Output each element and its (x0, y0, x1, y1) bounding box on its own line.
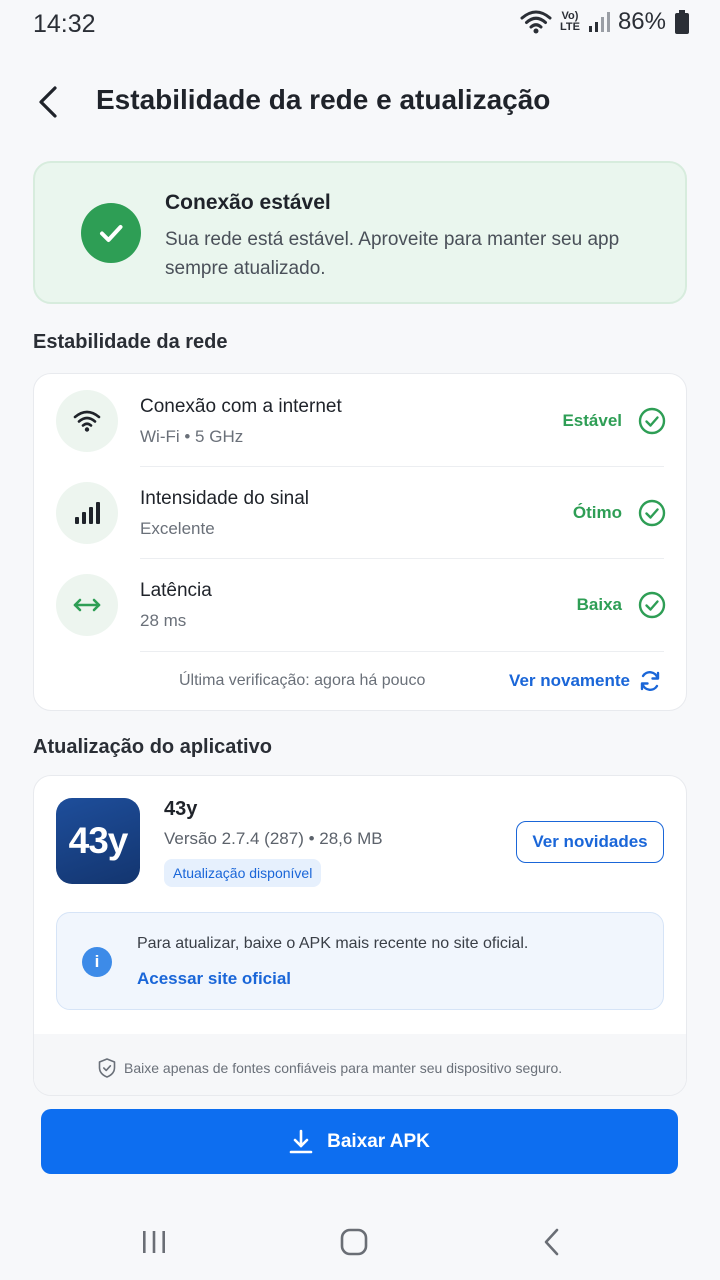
safety-note-band: Baixe apenas de fontes confiáveis para m… (34, 1034, 686, 1095)
back-arrow-icon (39, 86, 57, 118)
list-item-internet-connection: Conexão com a internet Wi-Fi • 5 GHz Est… (34, 374, 688, 466)
download-icon (289, 1129, 313, 1153)
app-logo-text: 43y (68, 820, 129, 861)
row-label: Conexão com a internet (140, 396, 342, 417)
check-outline-icon (638, 591, 666, 619)
divider (140, 651, 664, 652)
row-sub: 28 ms (140, 611, 187, 630)
wifi-icon (56, 390, 118, 452)
last-check-text: Última verificação: agora há pouco (179, 672, 426, 689)
battery-icon (675, 10, 689, 34)
official-site-link[interactable]: Acessar site oficial (137, 969, 291, 989)
signal-bars-icon (56, 482, 118, 544)
shield-check-icon (98, 1058, 116, 1078)
app-update-card: 43y 43y Versão 2.7.4 (287) • 28,6 MB Atu… (33, 775, 687, 1096)
chevron-left-icon (544, 1228, 559, 1256)
cell-signal-icon (588, 12, 610, 32)
update-available-badge: Atualização disponível (164, 859, 322, 887)
row-label: Latência (140, 580, 212, 601)
check-circle-icon (81, 203, 141, 263)
app-update-section-title: Atualização do aplicativo (33, 736, 272, 758)
connection-status-banner: Conexão estável Sua rede está estável. A… (33, 161, 687, 304)
download-apk-button[interactable]: Baixar APK (41, 1109, 678, 1174)
recent-apps-icon (143, 1231, 165, 1253)
back-button[interactable] (26, 80, 70, 124)
app-version: Versão 2.7.4 (287) • 28,6 MB (164, 829, 383, 848)
recheck-label: Ver novamente (509, 671, 630, 690)
refresh-icon (640, 671, 660, 691)
battery-percent: 86% (617, 8, 666, 35)
row-label: Intensidade do sinal (140, 488, 310, 509)
status-badge: Estável (562, 411, 622, 430)
info-text: Para atualizar, baixe o APK mais recente… (137, 935, 529, 952)
list-item-signal-strength: Intensidade do sinal Excelente Ótimo (34, 466, 688, 558)
back-nav-button[interactable] (532, 1222, 572, 1262)
row-sub: Excelente (140, 519, 215, 538)
info-icon: i (82, 947, 112, 977)
app-logo: 43y (56, 798, 140, 884)
safety-note: Baixe apenas de fontes confiáveis para m… (98, 1058, 562, 1078)
status-time: 14:32 (33, 10, 96, 38)
system-nav-bar (0, 1200, 720, 1280)
row-sub: Wi-Fi • 5 GHz (140, 427, 244, 446)
network-section-title: Estabilidade da rede (33, 331, 228, 353)
status-icons: Vo) LTE 86% (520, 8, 690, 36)
recent-apps-button[interactable] (134, 1222, 174, 1262)
app-header: Estabilidade da rede e atualização (0, 70, 720, 134)
safety-note-text: Baixe apenas de fontes confiáveis para m… (124, 1060, 563, 1076)
network-card: Conexão com a internet Wi-Fi • 5 GHz Est… (33, 373, 687, 711)
home-icon (340, 1228, 368, 1256)
status-bar: 14:32 Vo) LTE 86% (0, 0, 720, 50)
view-changes-button[interactable]: Ver novidades (516, 821, 664, 863)
list-item-latency: Latência 28 ms Baixa (34, 558, 688, 650)
home-button[interactable] (334, 1222, 374, 1262)
download-label: Baixar APK (327, 1130, 430, 1152)
volte-icon: Vo) LTE (559, 10, 580, 33)
status-badge: Ótimo (572, 503, 622, 522)
status-badge: Baixa (576, 595, 622, 614)
page-title: Estabilidade da rede e atualização (96, 84, 551, 115)
check-outline-icon (638, 499, 666, 527)
check-outline-icon (638, 407, 666, 435)
info-box: i Para atualizar, baixe o APK mais recen… (56, 912, 664, 1010)
recheck-button[interactable]: Ver novamente (509, 669, 662, 693)
latency-arrows-icon (56, 574, 118, 636)
banner-description: Sua rede está estável. Aproveite para ma… (165, 229, 620, 279)
banner-title: Conexão estável (165, 191, 331, 214)
app-name: 43y (164, 798, 198, 820)
wifi-status-icon (520, 10, 552, 34)
